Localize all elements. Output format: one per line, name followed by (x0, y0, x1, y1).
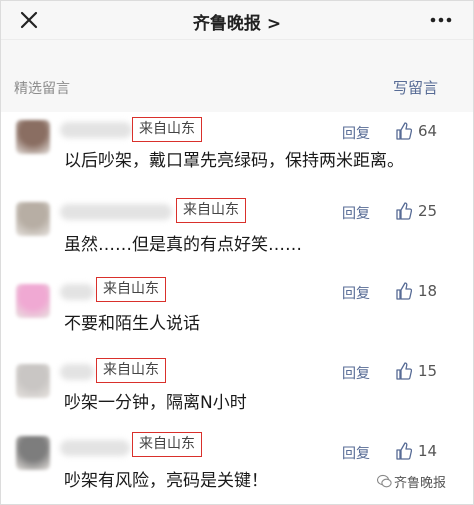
avatar[interactable] (16, 284, 50, 318)
username-blurred (60, 440, 130, 456)
top-nav-bar: 齐鲁晚报 > (0, 0, 474, 40)
avatar[interactable] (16, 364, 50, 398)
reply-button[interactable]: 回复 (342, 363, 370, 383)
write-comment-button[interactable]: 写留言 (393, 77, 438, 98)
thumbs-up-icon[interactable] (396, 282, 412, 300)
reply-button[interactable]: 回复 (342, 123, 370, 143)
like-count: 64 (418, 122, 438, 140)
origin-badge: 来自山东 (96, 277, 166, 302)
comments-section-header: 精选留言 写留言 (0, 40, 474, 112)
avatar[interactable] (16, 202, 50, 236)
comment-item: 来自山东 回复 15 吵架一分钟，隔离N小时 (0, 346, 474, 424)
like-count: 18 (418, 282, 438, 300)
comment-text: 虽然……但是真的有点好笑…… (64, 235, 302, 255)
comment-item: 来自山东 回复 18 不要和陌生人说话 (0, 268, 474, 346)
chevron-right-icon: > (266, 14, 282, 34)
more-icon[interactable] (428, 10, 454, 30)
comment-text: 吵架有风险，亮码是关键！ (64, 471, 268, 491)
like-count: 14 (418, 442, 438, 460)
reply-button[interactable]: 回复 (342, 443, 370, 463)
reply-button[interactable]: 回复 (342, 203, 370, 223)
like-count: 15 (418, 362, 438, 380)
username-blurred (60, 364, 94, 380)
avatar[interactable] (16, 436, 50, 470)
username-blurred (60, 122, 132, 138)
comment-item: 来自山东 回复 64 以后吵架，戴口罩先亮绿码，保持两米距离。 (0, 112, 474, 190)
thumbs-up-icon[interactable] (396, 122, 412, 140)
username-blurred (60, 284, 94, 300)
thumbs-up-icon[interactable] (396, 442, 412, 460)
avatar[interactable] (16, 120, 50, 154)
account-name: 齐鲁晚报 (192, 14, 261, 34)
comment-text: 以后吵架，戴口罩先亮绿码，保持两米距离。 (64, 151, 404, 171)
comment-text: 不要和陌生人说话 (64, 314, 200, 334)
wechat-official-account-icon (377, 474, 392, 488)
origin-badge: 来自山东 (132, 432, 202, 457)
origin-badge: 来自山东 (96, 358, 166, 383)
username-blurred (60, 204, 172, 220)
comment-text: 吵架一分钟，隔离N小时 (64, 393, 247, 413)
origin-badge: 来自山东 (176, 198, 246, 223)
origin-badge: 来自山东 (132, 117, 202, 142)
thumbs-up-icon[interactable] (396, 202, 412, 220)
comment-item: 来自山东 回复 25 虽然……但是真的有点好笑…… (0, 190, 474, 268)
account-title[interactable]: 齐鲁晚报 > (0, 9, 474, 34)
featured-comments-label: 精选留言 (14, 81, 70, 97)
thumbs-up-icon[interactable] (396, 362, 412, 380)
reply-button[interactable]: 回复 (342, 283, 370, 303)
watermark-text: 齐鲁晚报 (394, 476, 447, 491)
like-count: 25 (418, 202, 438, 220)
